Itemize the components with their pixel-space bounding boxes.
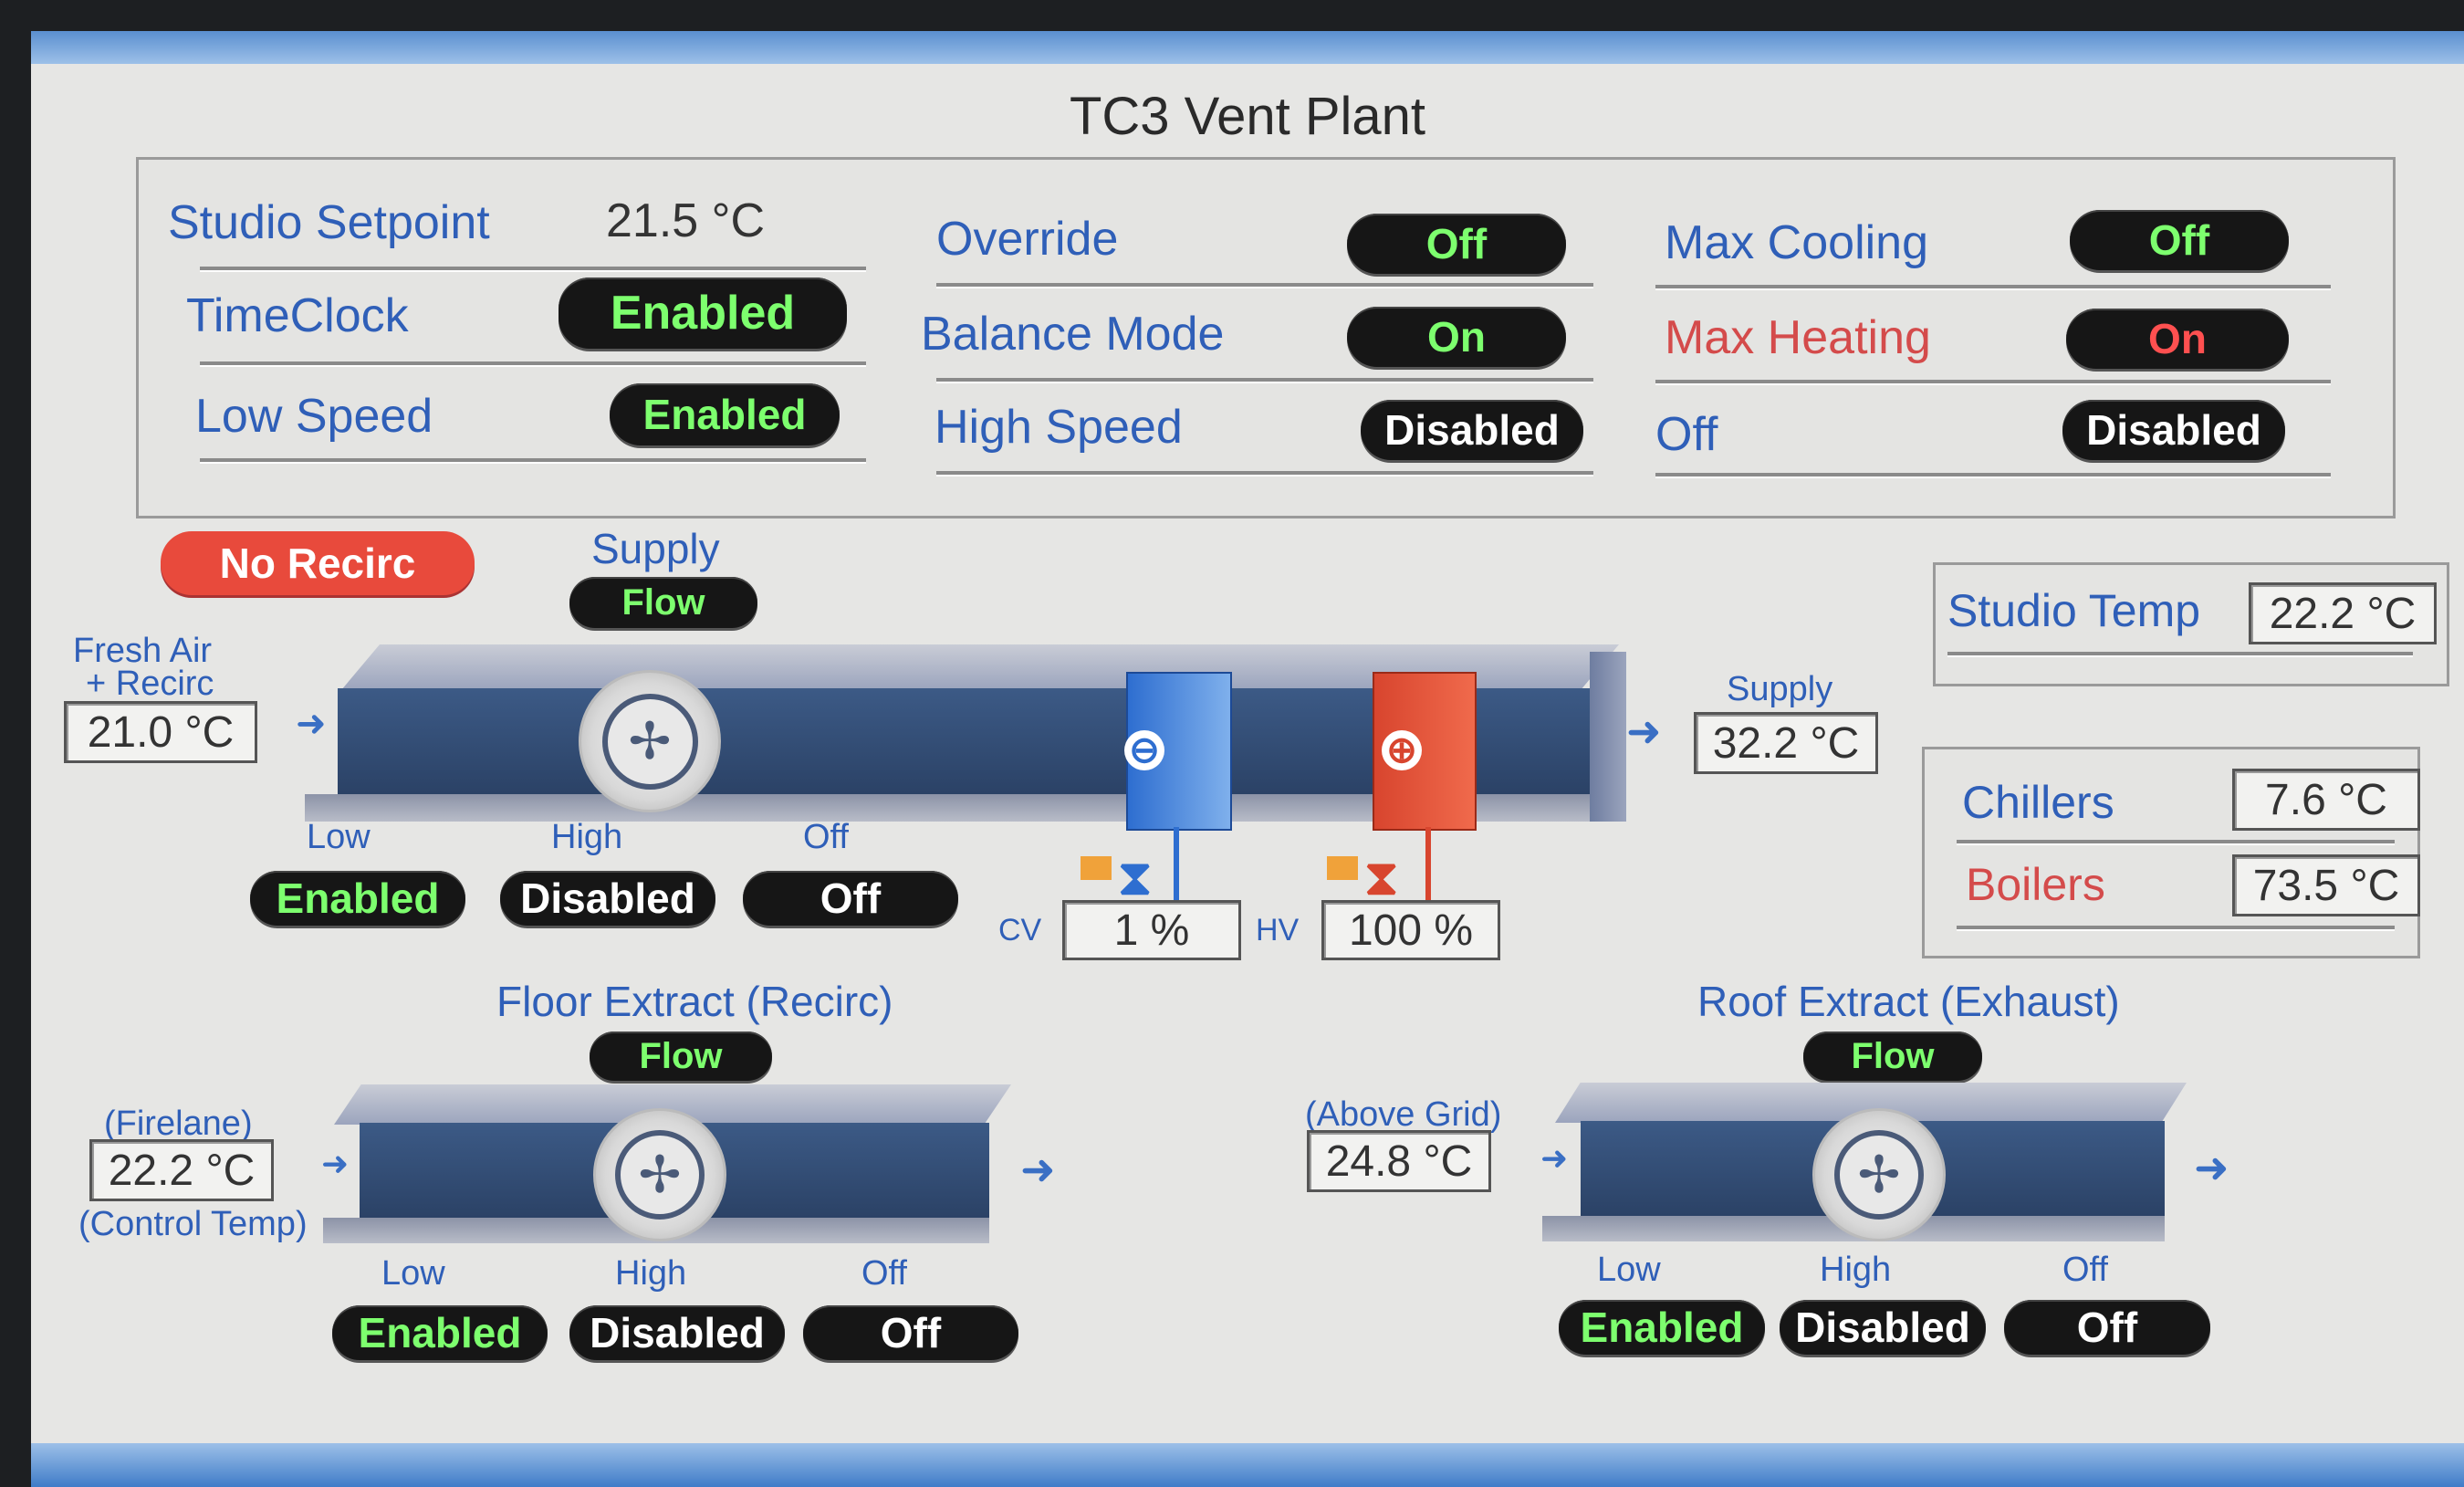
- floor-low-label: Low: [381, 1254, 445, 1293]
- supply-high-button[interactable]: Disabled: [500, 871, 715, 926]
- supply-off-label: Off: [803, 818, 849, 856]
- roof-high-label: High: [1820, 1251, 1892, 1289]
- actuator-icon: [1081, 856, 1112, 880]
- divider: [936, 283, 1593, 288]
- floor-off-button[interactable]: Off: [803, 1305, 1018, 1360]
- inlet-temp-field[interactable]: 21.0 °C: [64, 701, 257, 763]
- studio-temp-label: Studio Temp: [1947, 585, 2201, 636]
- balance-mode-label: Balance Mode: [921, 308, 1225, 361]
- low-speed-status-button[interactable]: Enabled: [610, 383, 840, 445]
- floor-extract-flow-indicator[interactable]: Flow: [590, 1031, 772, 1081]
- arrow-right-icon: ➜: [1540, 1139, 1569, 1177]
- supply-flow-indicator[interactable]: Flow: [569, 577, 757, 628]
- bottom-bar: [31, 1443, 2464, 1487]
- fan-icon: ✢: [614, 1129, 705, 1220]
- page-title: TC3 Vent Plant: [1069, 87, 1426, 146]
- floor-low-button[interactable]: Enabled: [332, 1305, 548, 1360]
- arrow-right-icon: ➜: [296, 704, 327, 744]
- roof-high-button[interactable]: Disabled: [1780, 1300, 1986, 1355]
- chillers-temp-field[interactable]: 7.6 °C: [2232, 769, 2420, 831]
- divider: [200, 361, 866, 367]
- boilers-temp-field[interactable]: 73.5 °C: [2232, 854, 2420, 916]
- floor-extract-title: Floor Extract (Recirc): [496, 978, 893, 1025]
- divider: [1957, 840, 2395, 845]
- divider: [936, 378, 1593, 383]
- floor-extract-temp-field[interactable]: 22.2 °C: [89, 1139, 274, 1201]
- boilers-label: Boilers: [1966, 859, 2105, 910]
- recirc-label: + Recirc: [86, 665, 214, 703]
- hmi-screen: TC3 Vent Plant Studio Setpoint 21.5 °C T…: [31, 31, 2464, 1487]
- firelane-label: (Firelane): [104, 1105, 253, 1143]
- supply-off-button[interactable]: Off: [743, 871, 958, 926]
- divider: [936, 471, 1593, 476]
- roof-off-label: Off: [2062, 1251, 2108, 1289]
- max-cooling-status-button[interactable]: Off: [2070, 210, 2289, 270]
- floor-high-label: High: [615, 1254, 687, 1293]
- arrow-right-icon: ➜: [321, 1145, 350, 1182]
- high-speed-status-button[interactable]: Disabled: [1361, 400, 1583, 460]
- override-label: Override: [936, 213, 1119, 266]
- chillers-label: Chillers: [1962, 777, 2114, 828]
- supply-high-label: High: [551, 818, 623, 856]
- supply-fan-icon[interactable]: ✢: [579, 670, 721, 812]
- divider: [1655, 473, 2331, 478]
- max-heating-label: Max Heating: [1665, 311, 1931, 364]
- heating-coil-icon: ⊕: [1382, 730, 1422, 770]
- divider: [1957, 926, 2395, 931]
- arrow-right-icon: ➜: [2194, 1144, 2229, 1191]
- floor-extract-fan-icon[interactable]: ✢: [593, 1108, 726, 1241]
- balance-mode-status-button[interactable]: On: [1347, 307, 1566, 367]
- arrow-right-icon: ➜: [1020, 1146, 1056, 1193]
- roof-extract-flow-indicator[interactable]: Flow: [1803, 1031, 1982, 1081]
- supply-fan-title: Supply: [591, 525, 720, 572]
- high-speed-label: High Speed: [934, 401, 1183, 454]
- supply-duct-end: [1590, 652, 1626, 822]
- off-label: Off: [1655, 408, 1718, 461]
- max-cooling-label: Max Cooling: [1665, 216, 1929, 269]
- no-recirc-badge[interactable]: No Recirc: [161, 531, 475, 595]
- above-grid-label: (Above Grid): [1305, 1095, 1502, 1134]
- supply-low-button[interactable]: Enabled: [250, 871, 465, 926]
- cv-label: CV: [998, 913, 1042, 948]
- divider: [200, 267, 866, 272]
- roof-off-button[interactable]: Off: [2004, 1300, 2210, 1355]
- divider: [200, 458, 866, 464]
- hv-label: HV: [1256, 913, 1300, 948]
- hv-value-field[interactable]: 100 %: [1321, 900, 1500, 960]
- roof-extract-fan-icon[interactable]: ✢: [1812, 1108, 1946, 1241]
- timeclock-label: TimeClock: [186, 289, 409, 342]
- floor-off-label: Off: [861, 1254, 907, 1293]
- supply-outlet-label: Supply: [1727, 670, 1833, 708]
- cv-value-field[interactable]: 1 %: [1062, 900, 1241, 960]
- fan-icon: ✢: [601, 693, 698, 790]
- studio-setpoint-label: Studio Setpoint: [168, 196, 490, 249]
- roof-low-button[interactable]: Enabled: [1559, 1300, 1765, 1355]
- override-status-button[interactable]: Off: [1347, 214, 1566, 274]
- studio-setpoint-value: 21.5 °C: [606, 194, 766, 247]
- divider: [1655, 380, 2331, 385]
- divider: [1947, 652, 2413, 657]
- max-heating-status-button[interactable]: On: [2066, 309, 2289, 369]
- control-temp-label: (Control Temp): [78, 1205, 308, 1243]
- roof-extract-temp-field[interactable]: 24.8 °C: [1307, 1130, 1491, 1192]
- actuator-icon: [1327, 856, 1358, 880]
- supply-temp-field[interactable]: 32.2 °C: [1694, 712, 1878, 774]
- top-bar: [31, 31, 2464, 64]
- off-status-button[interactable]: Disabled: [2062, 400, 2285, 460]
- divider: [1655, 285, 2331, 290]
- roof-extract-title: Roof Extract (Exhaust): [1697, 978, 2120, 1025]
- arrow-right-icon: ➜: [1626, 707, 1662, 755]
- low-speed-label: Low Speed: [195, 390, 433, 443]
- cooling-coil-icon: ⊖: [1124, 730, 1164, 770]
- fan-icon: ✢: [1833, 1129, 1925, 1220]
- studio-temp-field[interactable]: 22.2 °C: [2249, 582, 2437, 644]
- roof-low-label: Low: [1597, 1251, 1661, 1289]
- floor-high-button[interactable]: Disabled: [569, 1305, 785, 1360]
- timeclock-status-button[interactable]: Enabled: [559, 278, 847, 349]
- supply-low-label: Low: [307, 818, 371, 856]
